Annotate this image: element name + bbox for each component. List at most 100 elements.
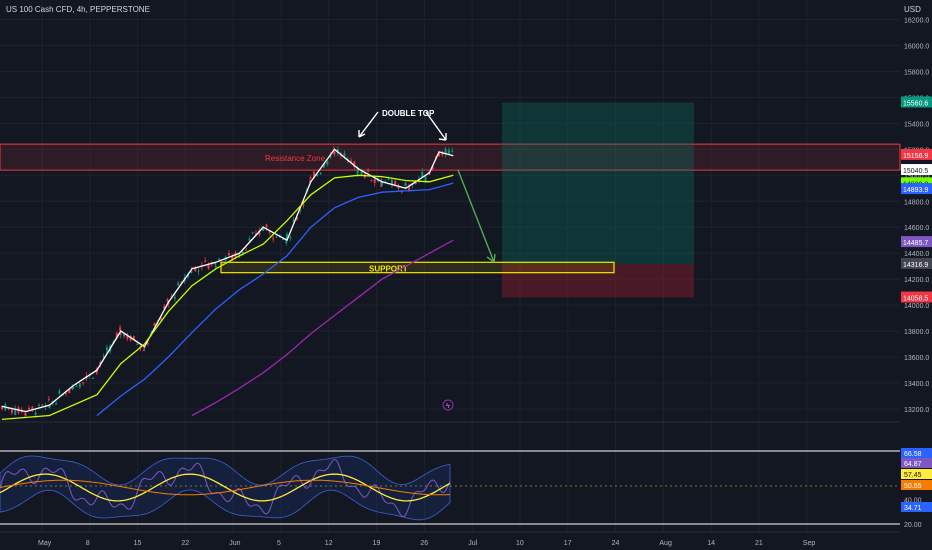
alert-bolt-glyph: ϟ — [446, 403, 450, 410]
candle-body — [333, 151, 336, 155]
oscillator-tick-label: 20.00 — [904, 522, 922, 529]
price-tick-label: 16000.0 — [904, 43, 929, 50]
candle-body — [58, 390, 61, 394]
candle-body — [78, 383, 81, 388]
price-tick-label: 15800.0 — [904, 69, 929, 76]
price-tick-label: 13600.0 — [904, 355, 929, 362]
time-tick-label: 24 — [612, 540, 620, 547]
candle-body — [214, 265, 217, 268]
candle-body — [272, 238, 275, 240]
candle-body — [227, 253, 230, 256]
candle-body — [275, 236, 278, 238]
candle-body — [28, 407, 31, 410]
price-tick-label: 14600.0 — [904, 225, 929, 232]
candle-body — [326, 161, 329, 165]
price-badge-label: 14485.7 — [903, 240, 928, 247]
candle-body — [289, 237, 292, 239]
candle-body — [173, 297, 176, 299]
price-tick-label: 14000.0 — [904, 303, 929, 310]
candle-body — [34, 412, 37, 416]
oscillator-badge-label: 34.71 — [904, 505, 922, 512]
time-tick-label: 10 — [516, 540, 524, 547]
candle-body — [65, 392, 67, 394]
candle-body — [248, 238, 251, 241]
currency-label[interactable]: USD — [904, 5, 921, 14]
candle-body — [447, 150, 450, 154]
time-tick-label: 19 — [373, 540, 381, 547]
time-tick-label: 8 — [86, 540, 90, 547]
candle-body — [55, 402, 58, 405]
price-badge-label: 14058.5 — [903, 296, 928, 303]
candle-body — [424, 176, 427, 182]
time-tick-label: May — [38, 540, 52, 547]
oscillator-badges: 66.58 64.87 57.45 50.65 34.71 — [901, 448, 932, 512]
price-tick-label: 15400.0 — [904, 121, 929, 128]
candle-body — [82, 382, 85, 384]
candle-body — [302, 204, 305, 206]
time-tick-label: Jun — [229, 540, 240, 547]
position-target-zone[interactable] — [502, 102, 694, 264]
candle-body — [319, 173, 322, 175]
price-tick-label: 13400.0 — [904, 381, 929, 388]
time-tick-label: 15 — [134, 540, 142, 547]
time-tick-label: 17 — [564, 540, 572, 547]
resistance-zone[interactable] — [0, 143, 901, 171]
candle-body — [48, 405, 51, 408]
time-tick-label: 21 — [755, 540, 763, 547]
candle-body — [387, 179, 390, 181]
price-badge-label: 14316.9 — [903, 262, 928, 269]
candle-body — [119, 327, 122, 331]
support-zone-label: SUPPORT — [369, 265, 408, 274]
candle-body — [207, 265, 210, 269]
candle-body — [343, 153, 346, 157]
resistance-zone-label: Resistance Zone — [265, 154, 326, 163]
candle-body — [245, 249, 248, 251]
candle-body — [218, 258, 221, 261]
price-badge-label: 14893.9 — [903, 187, 928, 194]
candle-body — [404, 183, 407, 186]
time-tick-label: 12 — [325, 540, 333, 547]
symbol-title[interactable]: US 100 Cash CFD, 4h, PEPPERSTONE — [6, 5, 150, 14]
time-tick-label: 14 — [707, 540, 715, 547]
time-tick-label: Sep — [803, 540, 816, 547]
candle-body — [75, 385, 78, 387]
trading-chart[interactable]: Resistance Zone SUPPORT DOUBLE TOP ϟ US … — [0, 0, 932, 550]
candle-body — [197, 270, 200, 272]
candle-body — [444, 148, 447, 154]
candle-body — [367, 170, 370, 172]
candle-body — [397, 186, 400, 189]
candle-body — [204, 260, 207, 263]
candle-body — [37, 404, 40, 406]
price-badge-label: 15560.6 — [903, 101, 928, 108]
oscillator-badge-label: 66.58 — [904, 451, 922, 458]
chart-background — [0, 0, 932, 550]
price-tick-label: 13200.0 — [904, 407, 929, 414]
support-zone[interactable] — [220, 261, 615, 274]
time-tick-label: 26 — [420, 540, 428, 547]
candle-body — [24, 413, 27, 416]
candle-body — [146, 343, 149, 345]
candle-body — [41, 404, 44, 406]
candle-body — [370, 180, 373, 182]
candle-body — [47, 398, 50, 400]
price-badge-label: 15040.5 — [903, 168, 928, 175]
candle-body — [309, 177, 312, 179]
candle-body — [177, 282, 180, 286]
candle-body — [373, 179, 376, 183]
candle-body — [92, 377, 95, 379]
time-tick-label: Jul — [468, 540, 477, 547]
candle-body — [265, 224, 268, 227]
price-tick-label: 14400.0 — [904, 251, 929, 258]
price-tick-label: 14800.0 — [904, 199, 929, 206]
time-tick-label: Aug — [659, 540, 672, 547]
price-tick-label: 16200.0 — [904, 17, 929, 24]
candle-body — [105, 347, 108, 351]
candle-body — [136, 343, 139, 345]
time-tick-label: 22 — [181, 540, 189, 547]
time-tick-label: 5 — [277, 540, 281, 547]
price-tick-label: 14200.0 — [904, 277, 929, 284]
oscillator-badge-label: 50.65 — [904, 483, 922, 490]
candle-body — [451, 151, 454, 153]
candle-body — [10, 409, 13, 413]
candle-body — [72, 387, 75, 389]
